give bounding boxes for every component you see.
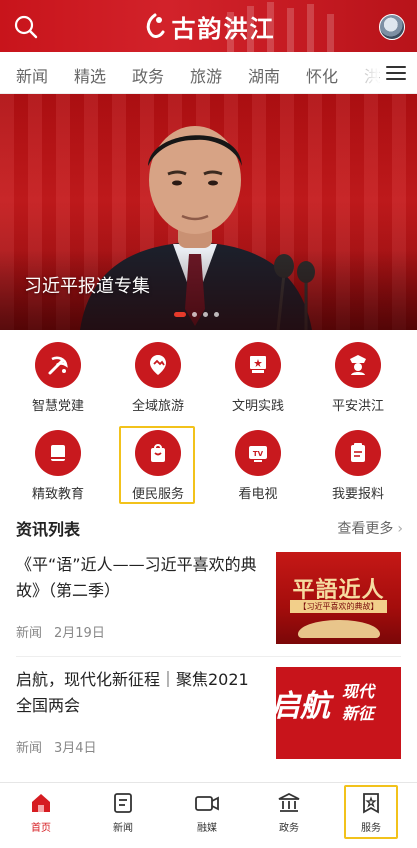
hamburger-menu-icon[interactable] [385, 63, 407, 83]
tabs-fade-overlay [339, 52, 379, 93]
service-label: 看电视 [238, 487, 278, 502]
service-grid: 智慧党建 全域旅游 文明实践 平安洪江 精致教育 便民服务 TV 看电视 我要报… [0, 330, 417, 510]
nav-news[interactable]: 新闻 [93, 791, 153, 834]
tab-news[interactable]: 新闻 [16, 63, 48, 87]
divider [16, 656, 401, 657]
news-date: 3月4日 [54, 741, 97, 756]
service-education[interactable]: 精致教育 [8, 418, 108, 502]
nav-label: 服务 [361, 823, 381, 834]
bottom-navigation: 首页 新闻 融媒 政务 服务 [0, 782, 417, 848]
chevron-right-icon: › [397, 521, 403, 537]
thumbnail-line-2: 新征 [342, 704, 375, 723]
nav-label: 政务 [279, 823, 299, 834]
flag-icon [250, 356, 266, 373]
brand-title: 古韵洪江 [171, 14, 276, 43]
thumbnail-subtitle: 【习近平喜欢的典故】 [290, 600, 387, 613]
service-smart-party[interactable]: 智慧党建 [8, 330, 108, 414]
carousel-dot[interactable] [192, 312, 197, 317]
thumbnail-big-text: 启航 [276, 689, 330, 724]
service-label: 我要报料 [331, 487, 384, 502]
service-label: 智慧党建 [31, 399, 84, 414]
book-illustration [298, 620, 380, 638]
carousel-dot[interactable] [203, 312, 208, 317]
tab-hunan[interactable]: 湖南 [248, 63, 280, 87]
see-more-label: 查看更多 [337, 521, 394, 537]
banner-caption: 习近平报道专集 [24, 276, 150, 297]
category-tabs: 新闻 精选 政务 旅游 湖南 怀化 洪 [0, 52, 417, 94]
party-emblem-icon [48, 356, 68, 375]
news-category: 新闻 [16, 626, 43, 641]
nav-media[interactable]: 融媒 [177, 791, 237, 834]
home-icon [32, 794, 50, 812]
brand-mark-icon [146, 13, 164, 38]
service-safe-hongjiang[interactable]: 平安洪江 [308, 330, 408, 414]
news-title: 《平“语”近人——习近平喜欢的典故》（第二季） [16, 555, 257, 600]
news-section-header: 资讯列表 查看更多 › [0, 512, 417, 542]
government-building-icon [278, 792, 300, 812]
svg-text:TV: TV [253, 450, 264, 458]
service-label: 全域旅游 [131, 399, 184, 414]
service-report-news[interactable]: 我要报料 [308, 418, 408, 502]
shopping-bag-icon [151, 444, 165, 462]
news-meta: 新闻 2月19日 [16, 622, 105, 641]
tv-icon: TV [249, 446, 267, 462]
service-badge-icon [363, 793, 379, 814]
section-title: 资讯列表 [16, 520, 81, 539]
service-label: 平安洪江 [331, 399, 384, 414]
service-label: 精致教育 [31, 487, 84, 502]
report-form-icon [351, 443, 365, 462]
app-header: 古韵洪江 [0, 0, 417, 52]
news-icon [114, 793, 132, 813]
service-convenience[interactable]: 便民服务 [108, 418, 208, 502]
service-label: 便民服务 [131, 487, 184, 502]
tourism-pin-icon [150, 355, 166, 375]
thumbnail-line-1: 现代 [342, 682, 375, 701]
nav-label: 首页 [31, 823, 51, 834]
news-date: 2月19日 [54, 626, 105, 641]
app-brand-logo: 古韵洪江 [0, 9, 417, 44]
police-badge-icon [350, 355, 366, 375]
thumbnail-small-text: 现代 新征 [342, 681, 374, 725]
nav-home[interactable]: 首页 [11, 791, 71, 834]
news-thumbnail: 平語近人 【习近平喜欢的典故】 [276, 552, 401, 644]
carousel-dot-active[interactable] [174, 312, 186, 317]
video-camera-icon [195, 796, 219, 811]
user-avatar[interactable] [379, 14, 405, 40]
book-icon [51, 445, 65, 461]
service-tourism[interactable]: 全域旅游 [108, 330, 208, 414]
service-civilization[interactable]: 文明实践 [208, 330, 308, 414]
hero-banner[interactable]: 习近平报道专集 [0, 94, 417, 330]
nav-label: 新闻 [113, 823, 133, 834]
tab-tourism[interactable]: 旅游 [190, 63, 222, 87]
tab-featured[interactable]: 精选 [74, 63, 106, 87]
news-item[interactable]: 《平“语”近人——习近平喜欢的典故》（第二季） 新闻 2月19日 平語近人 【习近… [0, 552, 417, 660]
service-watch-tv[interactable]: TV 看电视 [208, 418, 308, 502]
carousel-indicator [174, 304, 225, 317]
nav-label: 融媒 [197, 823, 217, 834]
nav-services[interactable]: 服务 [341, 791, 401, 834]
news-category: 新闻 [16, 741, 43, 756]
carousel-dot[interactable] [214, 312, 219, 317]
see-more-link[interactable]: 查看更多 › [337, 518, 403, 538]
news-meta: 新闻 3月4日 [16, 737, 97, 756]
news-item[interactable]: 启航，现代化新征程｜聚焦2021全国两会 新闻 3月4日 启航 现代新征 [0, 667, 417, 775]
nav-government[interactable]: 政务 [259, 791, 319, 834]
tab-government[interactable]: 政务 [132, 63, 164, 87]
service-label: 文明实践 [231, 399, 284, 414]
news-title: 启航，现代化新征程｜聚焦2021全国两会 [16, 670, 249, 715]
news-thumbnail: 启航 现代新征 [276, 667, 401, 759]
tab-huaihua[interactable]: 怀化 [306, 63, 338, 87]
